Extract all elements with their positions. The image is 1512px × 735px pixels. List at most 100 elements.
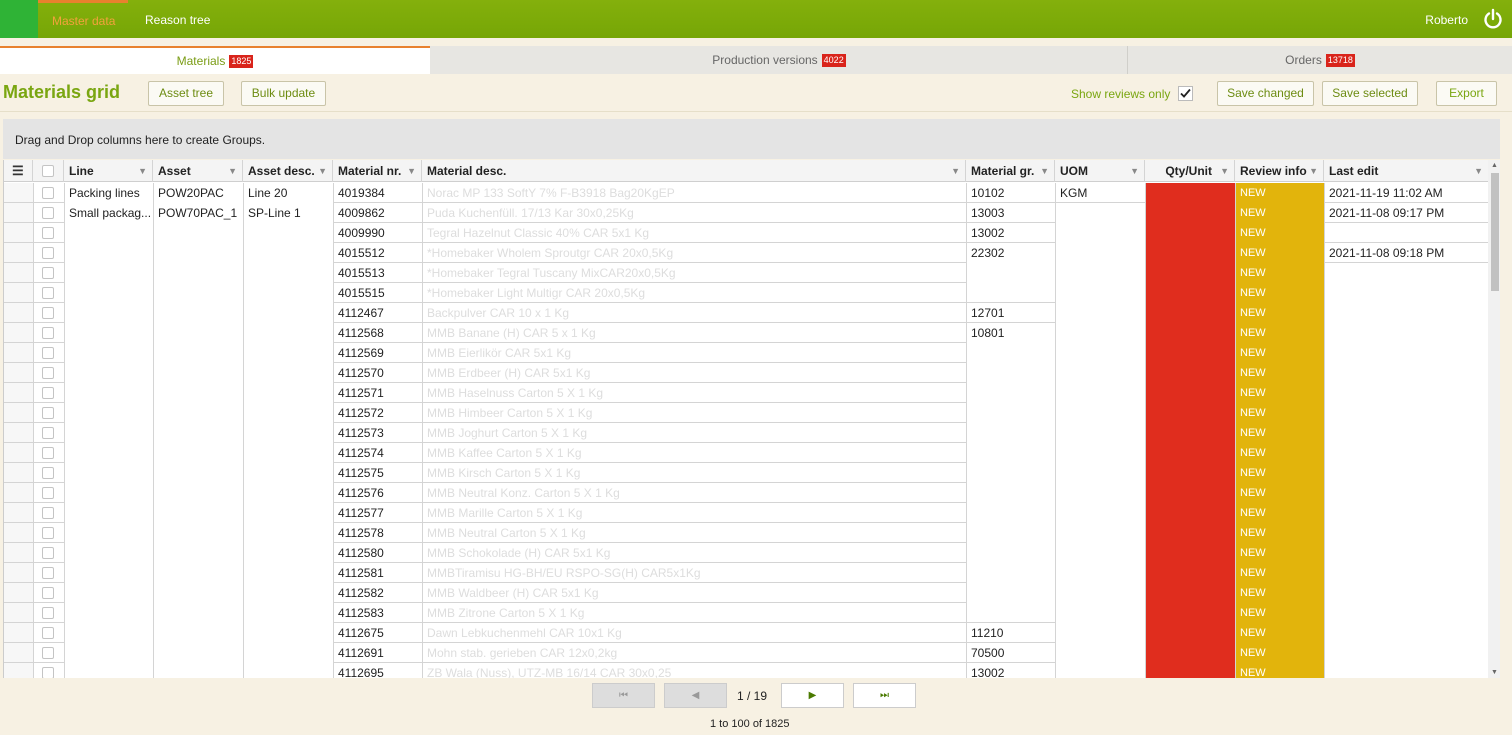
cell-material-desc[interactable]: ZB Wala (Nuss), UTZ-MB 16/14 CAR 30x0,25 <box>422 663 966 678</box>
row-checkbox[interactable] <box>42 327 54 339</box>
cell-qty-unit[interactable] <box>1145 623 1235 643</box>
column-header-material-gr[interactable]: Material gr. ▼ <box>966 160 1055 182</box>
row-checkbox[interactable] <box>42 567 54 579</box>
table-row[interactable]: 4015512 *Homebaker Wholem Sproutgr CAR 20… <box>4 243 1488 263</box>
cell-last-edit[interactable] <box>1324 523 1488 543</box>
cell-uom[interactable] <box>1055 623 1145 643</box>
filter-icon[interactable]: ▼ <box>1309 160 1318 182</box>
cell-review-info[interactable]: NEW <box>1235 363 1324 383</box>
save-changed-button[interactable]: Save changed <box>1217 81 1314 106</box>
cell-material-gr[interactable] <box>966 343 1055 363</box>
cell-material-desc[interactable]: Tegral Hazelnut Classic 40% CAR 5x1 Kg <box>422 223 966 243</box>
cell-uom[interactable] <box>1055 483 1145 503</box>
cell-review-info[interactable]: NEW <box>1235 283 1324 303</box>
table-row[interactable]: 4112569 MMB Eierlikör CAR 5x1 Kg NEW <box>4 343 1488 363</box>
cell-review-info[interactable]: NEW <box>1235 263 1324 283</box>
cell-material-nr[interactable]: 4112580 <box>333 543 422 563</box>
table-row[interactable]: 4112570 MMB Erdbeer (H) CAR 5x1 Kg NEW <box>4 363 1488 383</box>
cell-qty-unit[interactable] <box>1145 643 1235 663</box>
row-checkbox[interactable] <box>42 507 54 519</box>
cell-qty-unit[interactable] <box>1145 303 1235 323</box>
column-header-material-nr[interactable]: Material nr. ▼ <box>333 160 422 182</box>
cell-material-desc[interactable]: MMB Eierlikör CAR 5x1 Kg <box>422 343 966 363</box>
cell-last-edit[interactable] <box>1324 363 1488 383</box>
row-checkbox[interactable] <box>42 627 54 639</box>
cell-asset-desc[interactable] <box>243 223 333 243</box>
cell-last-edit[interactable] <box>1324 283 1488 303</box>
filter-icon[interactable]: ▼ <box>951 160 960 182</box>
cell-material-gr[interactable] <box>966 543 1055 563</box>
scroll-down-icon[interactable]: ▼ <box>1491 669 1498 676</box>
cell-material-nr[interactable]: 4112691 <box>333 643 422 663</box>
column-header-asset-desc[interactable]: Asset desc. ▼ <box>243 160 333 182</box>
cell-line[interactable] <box>64 443 153 463</box>
row-checkbox[interactable] <box>42 267 54 279</box>
row-checkbox[interactable] <box>42 347 54 359</box>
cell-qty-unit[interactable] <box>1145 563 1235 583</box>
cell-qty-unit[interactable] <box>1145 583 1235 603</box>
cell-material-desc[interactable]: Puda Kuchenfüll. 17/13 Kar 30x0,25Kg <box>422 203 966 223</box>
table-row[interactable]: 4009990 Tegral Hazelnut Classic 40% CAR 5… <box>4 223 1488 243</box>
cell-review-info[interactable]: NEW <box>1235 383 1324 403</box>
cell-review-info[interactable]: NEW <box>1235 643 1324 663</box>
cell-material-gr[interactable] <box>966 403 1055 423</box>
cell-material-desc[interactable]: MMB Kaffee Carton 5 X 1 Kg <box>422 443 966 463</box>
cell-line[interactable] <box>64 403 153 423</box>
column-header-last-edit[interactable]: Last edit ▼ <box>1324 160 1488 182</box>
cell-qty-unit[interactable] <box>1145 383 1235 403</box>
cell-review-info[interactable]: NEW <box>1235 223 1324 243</box>
cell-material-nr[interactable]: 4009990 <box>333 223 422 243</box>
cell-qty-unit[interactable] <box>1145 543 1235 563</box>
row-checkbox[interactable] <box>42 307 54 319</box>
cell-last-edit[interactable] <box>1324 343 1488 363</box>
table-row[interactable]: Small packag... POW70PAC_1 SP-Line 1 400986… <box>4 203 1488 223</box>
cell-material-nr[interactable]: 4112572 <box>333 403 422 423</box>
table-row[interactable]: 4112573 MMB Joghurt Carton 5 X 1 Kg NEW <box>4 423 1488 443</box>
cell-material-gr[interactable]: 13002 <box>966 223 1055 243</box>
cell-material-gr[interactable] <box>966 583 1055 603</box>
last-page-button[interactable]: ⏭ <box>853 683 916 708</box>
row-checkbox[interactable] <box>42 487 54 499</box>
cell-uom[interactable] <box>1055 543 1145 563</box>
cell-asset-desc[interactable] <box>243 463 333 483</box>
cell-qty-unit[interactable] <box>1145 343 1235 363</box>
first-page-button[interactable]: ⏮ <box>592 683 655 708</box>
cell-line[interactable]: Small packag... <box>64 203 153 223</box>
cell-material-gr[interactable]: 10102 <box>966 183 1055 203</box>
cell-material-gr[interactable] <box>966 523 1055 543</box>
cell-last-edit[interactable] <box>1324 443 1488 463</box>
row-checkbox[interactable] <box>42 467 54 479</box>
cell-uom[interactable] <box>1055 223 1145 243</box>
cell-material-desc[interactable]: Mohn stab. gerieben CAR 12x0,2kg <box>422 643 966 663</box>
cell-review-info[interactable]: NEW <box>1235 623 1324 643</box>
table-row[interactable]: 4112580 MMB Schokolade (H) CAR 5x1 Kg NEW <box>4 543 1488 563</box>
table-row[interactable]: 4112675 Dawn Lebkuchenmehl CAR 10x1 Kg 112… <box>4 623 1488 643</box>
cell-line[interactable] <box>64 323 153 343</box>
cell-qty-unit[interactable] <box>1145 223 1235 243</box>
cell-uom[interactable] <box>1055 603 1145 623</box>
cell-asset[interactable] <box>153 603 243 623</box>
cell-asset[interactable] <box>153 263 243 283</box>
bulk-update-button[interactable]: Bulk update <box>241 81 326 106</box>
cell-material-desc[interactable]: MMBTiramisu HG-BH/EU RSPO-SG(H) CAR5x1Kg <box>422 563 966 583</box>
cell-material-gr[interactable]: 22302 <box>966 243 1055 263</box>
cell-material-gr[interactable]: 13002 <box>966 663 1055 678</box>
cell-material-desc[interactable]: MMB Neutral Konz. Carton 5 X 1 Kg <box>422 483 966 503</box>
cell-material-nr[interactable]: 4112467 <box>333 303 422 323</box>
export-button[interactable]: Export <box>1436 81 1497 106</box>
filter-icon[interactable]: ▼ <box>407 160 416 182</box>
cell-review-info[interactable]: NEW <box>1235 323 1324 343</box>
table-row[interactable]: 4112571 MMB Haselnuss Carton 5 X 1 Kg NEW <box>4 383 1488 403</box>
cell-material-desc[interactable]: MMB Waldbeer (H) CAR 5x1 Kg <box>422 583 966 603</box>
cell-uom[interactable] <box>1055 263 1145 283</box>
cell-asset-desc[interactable] <box>243 363 333 383</box>
cell-review-info[interactable]: NEW <box>1235 603 1324 623</box>
cell-material-gr[interactable] <box>966 503 1055 523</box>
cell-material-desc[interactable]: *Homebaker Wholem Sproutgr CAR 20x0,5Kg <box>422 243 966 263</box>
cell-uom[interactable] <box>1055 463 1145 483</box>
cell-asset-desc[interactable] <box>243 303 333 323</box>
cell-material-nr[interactable]: 4112569 <box>333 343 422 363</box>
cell-line[interactable] <box>64 363 153 383</box>
cell-material-desc[interactable]: MMB Schokolade (H) CAR 5x1 Kg <box>422 543 966 563</box>
cell-material-nr[interactable]: 4112578 <box>333 523 422 543</box>
